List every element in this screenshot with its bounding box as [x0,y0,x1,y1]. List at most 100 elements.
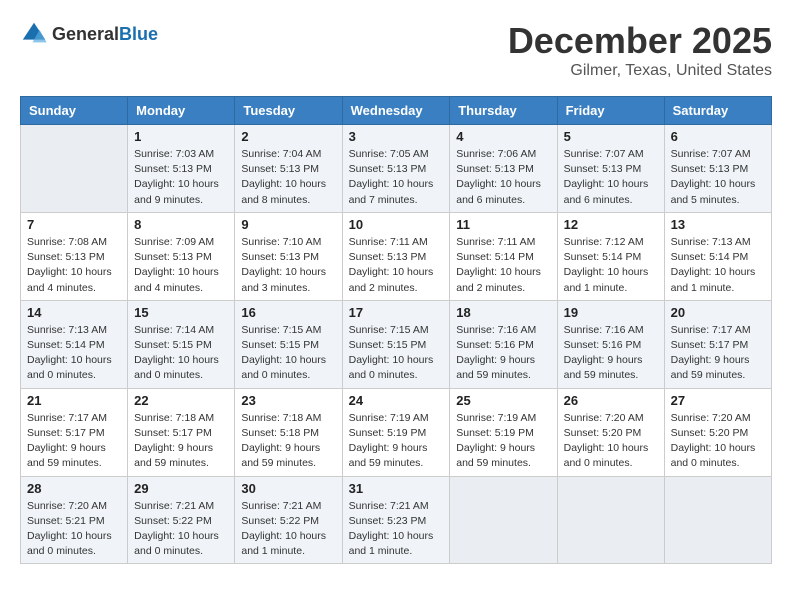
weekday-header-thursday: Thursday [450,97,557,125]
day-number: 21 [27,393,121,408]
logo-general: General [52,24,119,44]
day-number: 5 [564,129,658,144]
calendar-cell [557,476,664,564]
day-info: Sunrise: 7:15 AM Sunset: 5:15 PM Dayligh… [241,323,335,384]
day-number: 28 [27,481,121,496]
day-info: Sunrise: 7:11 AM Sunset: 5:13 PM Dayligh… [349,235,444,296]
day-info: Sunrise: 7:16 AM Sunset: 5:16 PM Dayligh… [456,323,550,384]
day-info: Sunrise: 7:18 AM Sunset: 5:17 PM Dayligh… [134,411,228,472]
day-number: 16 [241,305,335,320]
calendar-cell: 19 Sunrise: 7:16 AM Sunset: 5:16 PM Dayli… [557,300,664,388]
calendar-cell [21,125,128,213]
day-info: Sunrise: 7:13 AM Sunset: 5:14 PM Dayligh… [671,235,765,296]
calendar-cell: 30 Sunrise: 7:21 AM Sunset: 5:22 PM Dayli… [235,476,342,564]
day-number: 1 [134,129,228,144]
day-number: 6 [671,129,765,144]
day-number: 30 [241,481,335,496]
day-number: 12 [564,217,658,232]
day-info: Sunrise: 7:09 AM Sunset: 5:13 PM Dayligh… [134,235,228,296]
calendar-cell: 11 Sunrise: 7:11 AM Sunset: 5:14 PM Dayli… [450,212,557,300]
day-number: 26 [564,393,658,408]
day-info: Sunrise: 7:07 AM Sunset: 5:13 PM Dayligh… [671,147,765,208]
day-info: Sunrise: 7:20 AM Sunset: 5:21 PM Dayligh… [27,499,121,560]
day-info: Sunrise: 7:17 AM Sunset: 5:17 PM Dayligh… [671,323,765,384]
day-info: Sunrise: 7:20 AM Sunset: 5:20 PM Dayligh… [671,411,765,472]
day-info: Sunrise: 7:07 AM Sunset: 5:13 PM Dayligh… [564,147,658,208]
logo: GeneralBlue [20,20,158,48]
day-info: Sunrise: 7:13 AM Sunset: 5:14 PM Dayligh… [27,323,121,384]
calendar-cell: 10 Sunrise: 7:11 AM Sunset: 5:13 PM Dayli… [342,212,450,300]
day-number: 17 [349,305,444,320]
day-info: Sunrise: 7:18 AM Sunset: 5:18 PM Dayligh… [241,411,335,472]
calendar-week-2: 7Sunrise: 7:08 AM Sunset: 5:13 PM Daylig… [21,212,772,300]
day-number: 31 [349,481,444,496]
day-info: Sunrise: 7:17 AM Sunset: 5:17 PM Dayligh… [27,411,121,472]
calendar-table: SundayMondayTuesdayWednesdayThursdayFrid… [20,96,772,564]
day-info: Sunrise: 7:15 AM Sunset: 5:15 PM Dayligh… [349,323,444,384]
day-info: Sunrise: 7:16 AM Sunset: 5:16 PM Dayligh… [564,323,658,384]
day-number: 20 [671,305,765,320]
day-info: Sunrise: 7:06 AM Sunset: 5:13 PM Dayligh… [456,147,550,208]
day-number: 10 [349,217,444,232]
calendar-cell: 6 Sunrise: 7:07 AM Sunset: 5:13 PM Daylig… [664,125,771,213]
weekday-header-saturday: Saturday [664,97,771,125]
day-number: 14 [27,305,121,320]
calendar-cell: 2 Sunrise: 7:04 AM Sunset: 5:13 PM Daylig… [235,125,342,213]
weekday-header-wednesday: Wednesday [342,97,450,125]
day-info: Sunrise: 7:19 AM Sunset: 5:19 PM Dayligh… [456,411,550,472]
location: Gilmer, Texas, United States [508,62,772,80]
day-number: 29 [134,481,228,496]
weekday-header-tuesday: Tuesday [235,97,342,125]
day-number: 2 [241,129,335,144]
calendar-cell: 29Sunrise: 7:21 AM Sunset: 5:22 PM Dayli… [128,476,235,564]
page-header: GeneralBlue December 2025 Gilmer, Texas,… [20,20,772,80]
calendar-cell: 20 Sunrise: 7:17 AM Sunset: 5:17 PM Dayli… [664,300,771,388]
day-info: Sunrise: 7:21 AM Sunset: 5:22 PM Dayligh… [241,499,335,560]
calendar-cell: 13 Sunrise: 7:13 AM Sunset: 5:14 PM Dayli… [664,212,771,300]
weekday-header-friday: Friday [557,97,664,125]
calendar-cell: 21 Sunrise: 7:17 AM Sunset: 5:17 PM Dayli… [21,388,128,476]
calendar-cell: 24Sunrise: 7:19 AM Sunset: 5:19 PM Dayli… [342,388,450,476]
title-block: December 2025 Gilmer, Texas, United Stat… [508,20,772,80]
day-info: Sunrise: 7:05 AM Sunset: 5:13 PM Dayligh… [349,147,444,208]
calendar-cell [664,476,771,564]
day-number: 13 [671,217,765,232]
day-info: Sunrise: 7:03 AM Sunset: 5:13 PM Dayligh… [134,147,228,208]
calendar-cell: 25 Sunrise: 7:19 AM Sunset: 5:19 PM Dayli… [450,388,557,476]
day-info: Sunrise: 7:10 AM Sunset: 5:13 PM Dayligh… [241,235,335,296]
calendar-cell [450,476,557,564]
weekday-header-sunday: Sunday [21,97,128,125]
calendar-week-1: 1 Sunrise: 7:03 AM Sunset: 5:13 PM Daylig… [21,125,772,213]
logo-icon [20,20,48,48]
day-info: Sunrise: 7:12 AM Sunset: 5:14 PM Dayligh… [564,235,658,296]
calendar-cell: 23Sunrise: 7:18 AM Sunset: 5:18 PM Dayli… [235,388,342,476]
day-number: 7 [27,217,121,232]
calendar-cell: 26Sunrise: 7:20 AM Sunset: 5:20 PM Dayli… [557,388,664,476]
day-number: 11 [456,217,550,232]
calendar-cell: 4 Sunrise: 7:06 AM Sunset: 5:13 PM Daylig… [450,125,557,213]
calendar-week-4: 21 Sunrise: 7:17 AM Sunset: 5:17 PM Dayli… [21,388,772,476]
day-number: 15 [134,305,228,320]
day-info: Sunrise: 7:11 AM Sunset: 5:14 PM Dayligh… [456,235,550,296]
day-number: 9 [241,217,335,232]
calendar-cell: 14 Sunrise: 7:13 AM Sunset: 5:14 PM Dayli… [21,300,128,388]
calendar-week-3: 14 Sunrise: 7:13 AM Sunset: 5:14 PM Dayli… [21,300,772,388]
day-number: 18 [456,305,550,320]
weekday-header-row: SundayMondayTuesdayWednesdayThursdayFrid… [21,97,772,125]
calendar-cell: 17 Sunrise: 7:15 AM Sunset: 5:15 PM Dayli… [342,300,450,388]
calendar-cell: 31Sunrise: 7:21 AM Sunset: 5:23 PM Dayli… [342,476,450,564]
day-number: 27 [671,393,765,408]
calendar-cell: 16 Sunrise: 7:15 AM Sunset: 5:15 PM Dayli… [235,300,342,388]
day-number: 25 [456,393,550,408]
day-info: Sunrise: 7:04 AM Sunset: 5:13 PM Dayligh… [241,147,335,208]
day-number: 4 [456,129,550,144]
calendar-cell: 18 Sunrise: 7:16 AM Sunset: 5:16 PM Dayli… [450,300,557,388]
day-info: Sunrise: 7:14 AM Sunset: 5:15 PM Dayligh… [134,323,228,384]
calendar-cell: 3Sunrise: 7:05 AM Sunset: 5:13 PM Daylig… [342,125,450,213]
day-number: 24 [349,393,444,408]
calendar-cell: 22 Sunrise: 7:18 AM Sunset: 5:17 PM Dayli… [128,388,235,476]
month-title: December 2025 [508,20,772,62]
weekday-header-monday: Monday [128,97,235,125]
day-number: 19 [564,305,658,320]
day-number: 22 [134,393,228,408]
